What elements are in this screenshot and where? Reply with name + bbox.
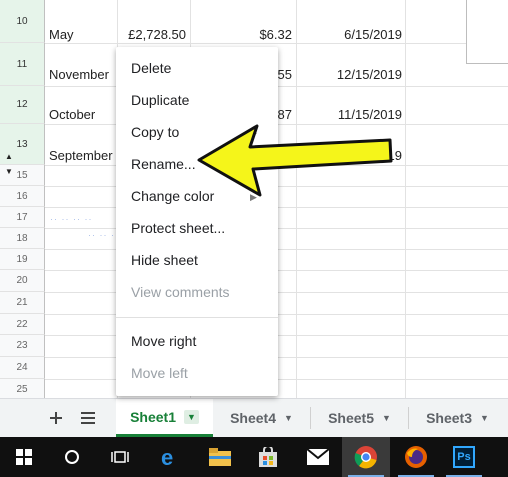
row-header-23[interactable]: 23 [0,335,45,357]
menu-item-protect-sheet[interactable]: Protect sheet... [131,220,225,236]
caret-down-icon[interactable]: ▼ [184,409,199,424]
store-icon[interactable] [244,437,292,477]
search-circle-icon[interactable] [48,437,96,477]
row-header-12[interactable]: 12 [0,86,45,124]
menu-item-duplicate[interactable]: Duplicate [131,92,189,108]
sheet-tab-bar: Sheet1 ▼ Sheet4 ▼ Sheet5 ▼ Sheet3 ▼ [0,398,508,437]
row-header-18[interactable]: 18 [0,228,45,249]
faint-text-artifact: ·· ·· ·· ·· [50,214,93,224]
chrome-icon[interactable] [342,437,390,477]
tab-sheet5[interactable]: Sheet5 ▼ [311,399,408,437]
file-explorer-icon[interactable] [196,437,244,477]
cell-amount[interactable]: £2,728.50 [120,27,186,42]
menu-item-delete[interactable]: Delete [131,60,171,76]
cell-date[interactable]: 6/15/2019 [300,27,402,42]
embedded-chart[interactable] [466,0,508,64]
caret-down-icon[interactable]: ▼ [284,413,293,423]
row-header-20[interactable]: 20 [0,270,45,292]
menu-item-rename[interactable]: Rename... [131,156,196,172]
group-expand-icon[interactable]: ▼ [5,167,13,176]
plus-icon[interactable] [44,399,68,437]
cell-month[interactable]: November [49,67,109,82]
row-header-25[interactable]: 25 [0,379,45,398]
row-header-17[interactable]: 17 [0,207,45,228]
menu-item-view-comments: View comments [131,284,230,300]
tab-label: Sheet5 [328,410,374,426]
task-view-icon[interactable] [96,437,144,477]
row-header-22[interactable]: 22 [0,314,45,335]
cell-month[interactable]: September [49,148,113,163]
group-collapse-icon[interactable]: ▲ [5,152,13,161]
tab-sheet3[interactable]: Sheet3 ▼ [409,399,506,437]
row-header-21[interactable]: 21 [0,292,45,314]
sheet-context-menu: Delete Duplicate Copy to ▶ Rename... Cha… [116,47,278,396]
tab-label: Sheet4 [230,410,276,426]
photoshop-icon[interactable]: Ps [440,437,488,477]
submenu-arrow-icon: ▶ [250,192,257,202]
svg-text:e: e [161,446,173,468]
caret-down-icon[interactable]: ▼ [480,413,489,423]
tab-sheet4[interactable]: Sheet4 ▼ [213,399,310,437]
cell-month[interactable]: October [49,107,95,122]
row-header-10[interactable]: 10 [0,0,45,43]
edge-icon[interactable]: e [146,437,194,477]
windows-start-icon[interactable] [0,437,48,477]
menu-item-move-right[interactable]: Move right [131,333,196,349]
submenu-arrow-icon: ▶ [250,128,257,138]
mail-icon[interactable] [294,437,342,477]
tab-label: Sheet1 [130,408,176,425]
caret-down-icon[interactable]: ▼ [382,413,391,423]
cell-date[interactable]: 10/15/2019 [300,148,402,163]
tab-sheet1[interactable]: Sheet1 ▼ [116,399,213,437]
cell-date[interactable]: 11/15/2019 [300,107,402,122]
row-header-16[interactable]: 16 [0,186,45,207]
faint-text-artifact: ·· ·· ·· [88,230,119,240]
tab-label: Sheet3 [426,410,472,426]
list-icon[interactable] [76,399,100,437]
windows-taskbar: e Ps [0,437,508,477]
menu-item-copy-to[interactable]: Copy to [131,124,179,140]
cell-fee[interactable]: $6.32 [194,27,292,42]
row-header-11[interactable]: 11 [0,43,45,86]
menu-item-move-left: Move left [131,365,188,381]
cell-date[interactable]: 12/15/2019 [300,67,402,82]
cell-month[interactable]: May [49,27,74,42]
menu-item-hide-sheet[interactable]: Hide sheet [131,252,198,268]
menu-item-change-color[interactable]: Change color [131,188,214,204]
row-header-19[interactable]: 19 [0,249,45,270]
row-header-24[interactable]: 24 [0,357,45,379]
photoshop-label: Ps [453,446,475,468]
firefox-icon[interactable] [392,437,440,477]
